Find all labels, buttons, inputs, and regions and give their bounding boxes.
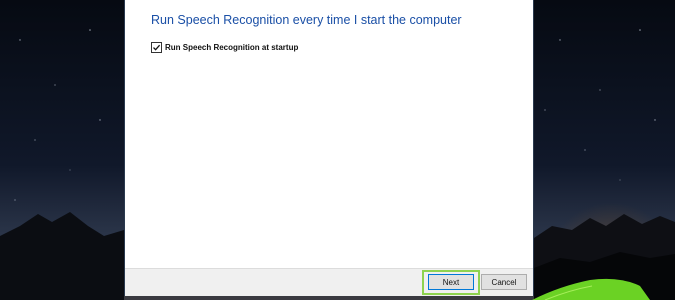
- startup-checkbox[interactable]: [151, 41, 162, 53]
- wizard-heading: Run Speech Recognition every time I star…: [151, 13, 462, 27]
- wizard-footer: Next Cancel: [125, 268, 533, 296]
- startup-checkbox-label[interactable]: Run Speech Recognition at startup: [165, 43, 298, 52]
- speech-recognition-wizard-dialog: Run Speech Recognition every time I star…: [124, 0, 534, 296]
- cancel-button[interactable]: Cancel: [481, 274, 527, 290]
- startup-option-row[interactable]: Run Speech Recognition at startup: [151, 41, 298, 53]
- next-button[interactable]: Next: [428, 274, 474, 290]
- checkmark-icon: [153, 44, 161, 51]
